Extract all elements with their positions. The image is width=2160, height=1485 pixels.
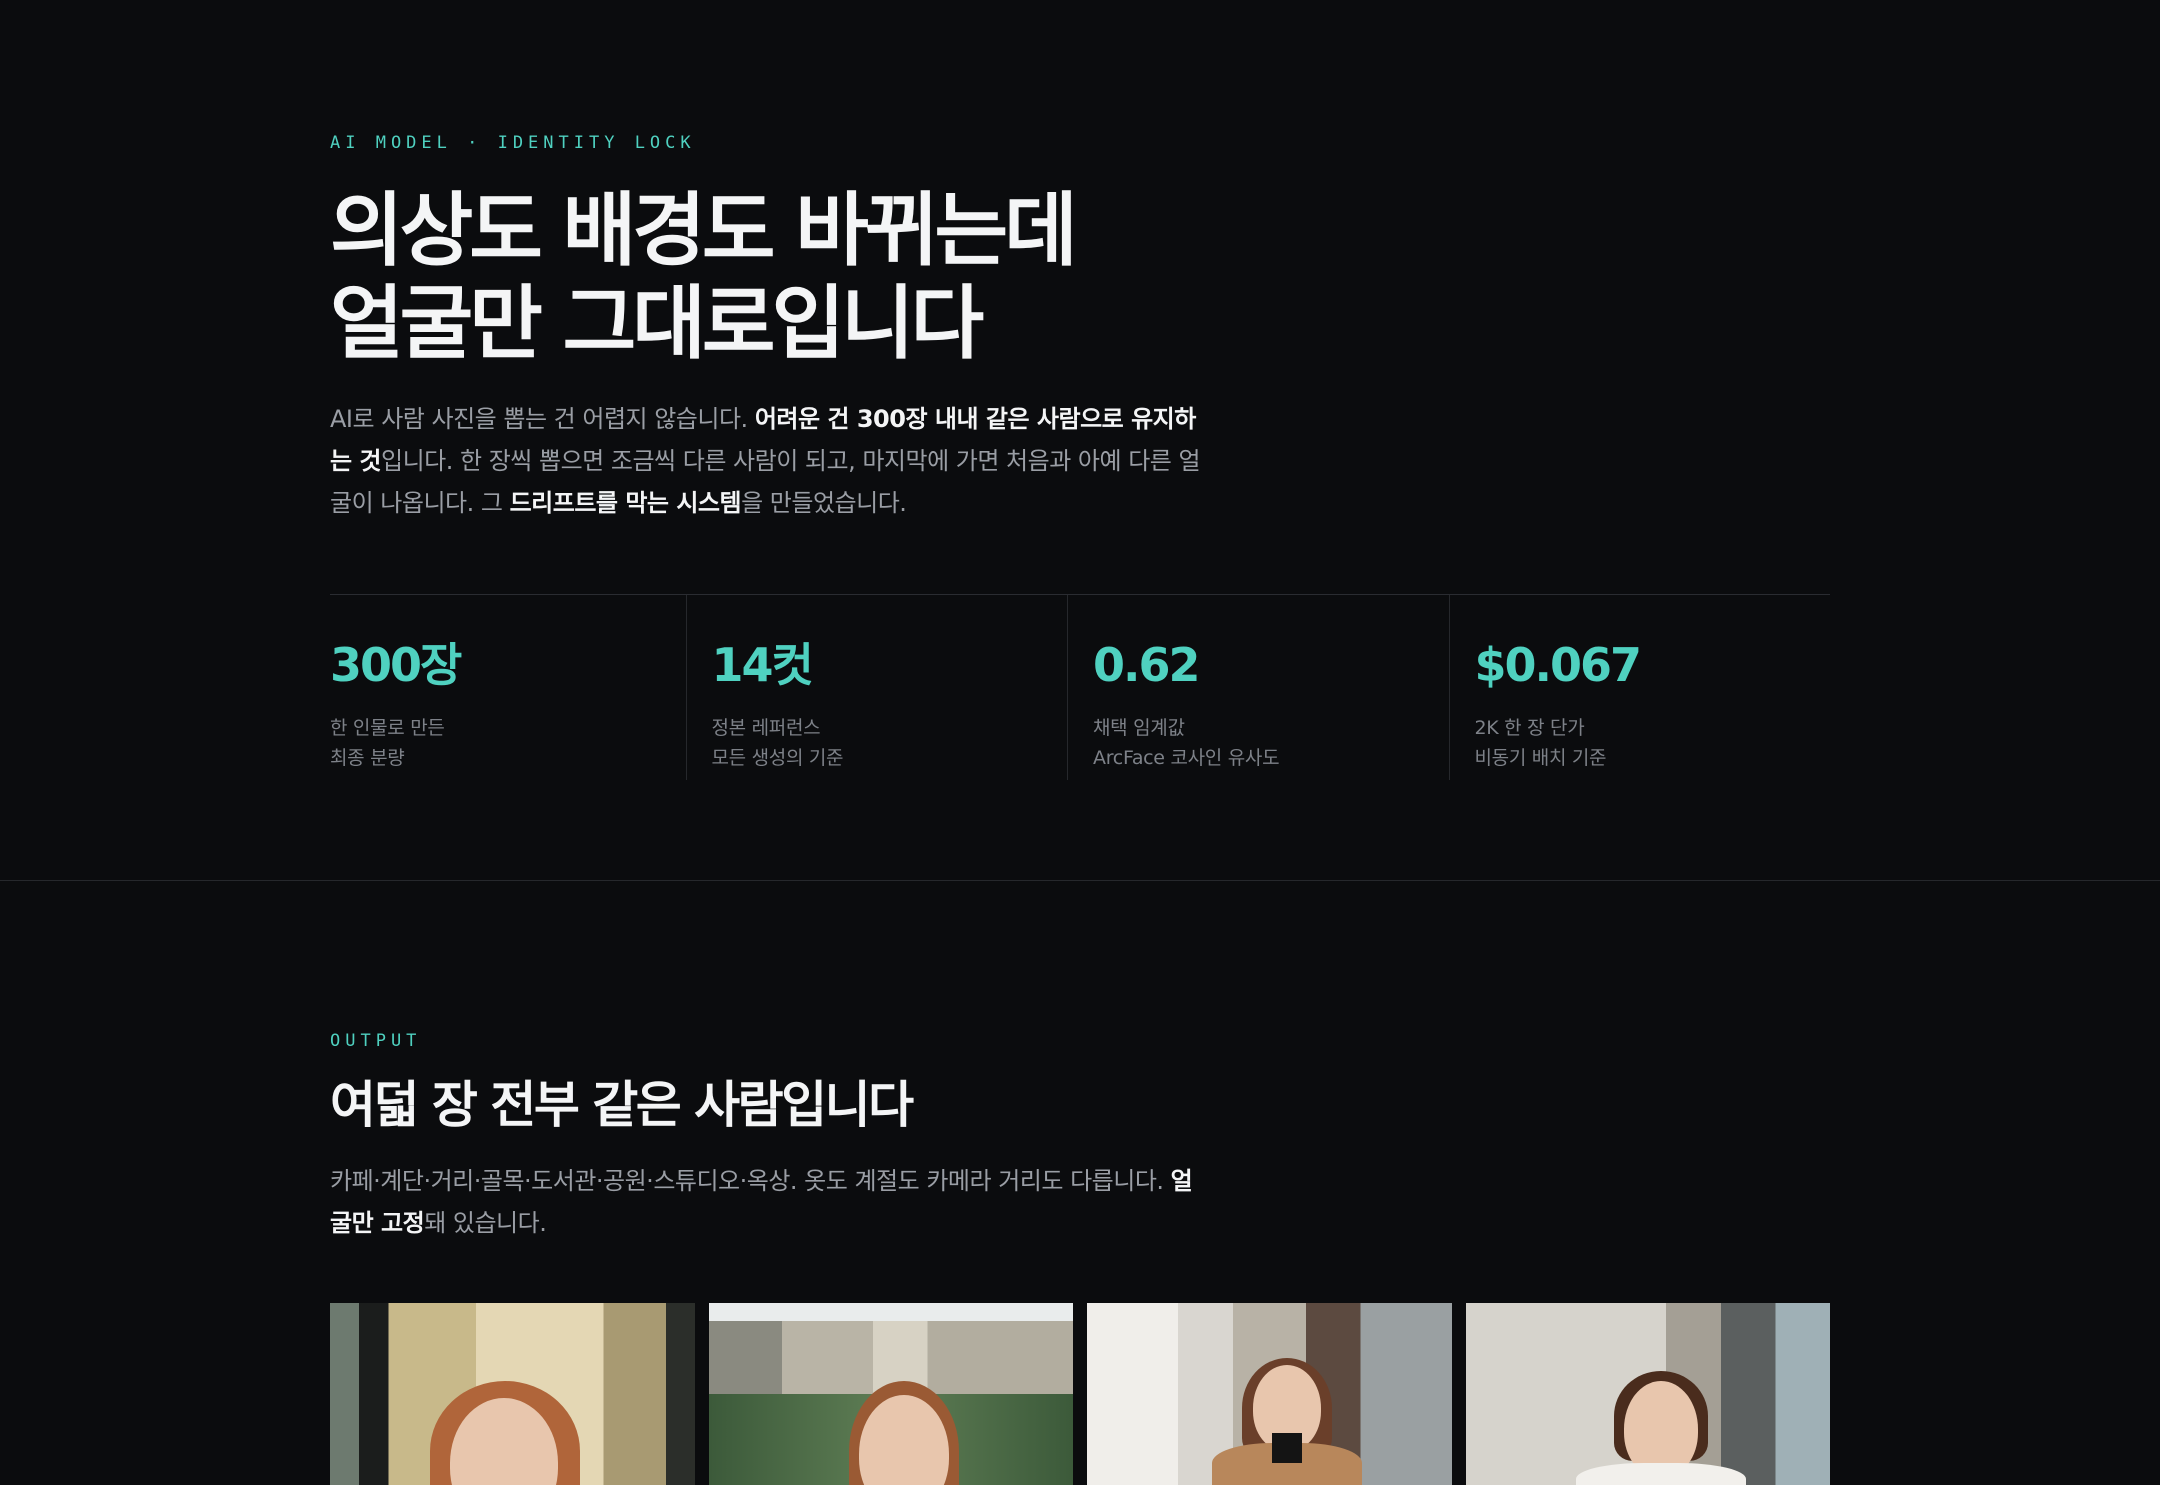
stat-value: 0.62 xyxy=(1093,638,1200,692)
lead-text-3: 을 만들었습니다. xyxy=(741,489,907,517)
gallery-photo-cafe[interactable] xyxy=(330,1303,695,1485)
stat-item: 300장 한 인물로 만든 최종 분량 xyxy=(330,595,687,780)
gallery-photo-street[interactable] xyxy=(1087,1303,1452,1485)
output-title: 여덟 장 전부 같은 사람입니다 xyxy=(330,1076,914,1134)
hero-lead: AI로 사람 사진을 뽑는 건 어렵지 않습니다. 어려운 건 300장 내내 … xyxy=(330,398,1210,524)
stat-item: 0.62 채택 임계값 ArcFace 코사인 유사도 xyxy=(1068,595,1450,780)
stat-label: 채택 임계값 ArcFace 코사인 유사도 xyxy=(1093,713,1449,773)
gallery-photo-alley[interactable] xyxy=(1465,1303,1830,1485)
stat-label-line-2: 비동기 배치 기준 xyxy=(1474,747,1607,769)
stats-row: 300장 한 인물로 만든 최종 분량 14컷 정본 레퍼런스 모든 생성의 기… xyxy=(330,594,1830,780)
stat-value: $0.067 xyxy=(1474,638,1643,692)
stat-label: 2K 한 장 단가 비동기 배치 기준 xyxy=(1475,713,1831,773)
headline-line-1: 의상도 배경도 바뀌는데 xyxy=(330,184,1078,277)
output-lead-text-1: 카페·계단·거리·골목·도서관·공원·스튜디오·옥상. 옷도 계절도 카메라 거… xyxy=(330,1167,1171,1195)
stat-label-line-1: 정본 레퍼런스 xyxy=(711,717,821,739)
stat-label-line-1: 채택 임계값 xyxy=(1093,717,1185,739)
hero-headline: 의상도 배경도 바뀌는데 얼굴만 그대로입니다 xyxy=(330,184,1830,370)
stat-item: $0.067 2K 한 장 단가 비동기 배치 기준 xyxy=(1450,595,1831,780)
stat-label-line-2: 최종 분량 xyxy=(330,747,405,769)
output-lead-text-2: 돼 있습니다. xyxy=(424,1209,547,1237)
hero-section: AI MODEL · IDENTITY LOCK 의상도 배경도 바뀌는데 얼굴… xyxy=(0,0,2160,881)
stat-value: 300장 xyxy=(330,638,462,692)
output-lead: 카페·계단·거리·골목·도서관·공원·스튜디오·옥상. 옷도 계절도 카메라 거… xyxy=(330,1160,1210,1244)
headline-line-2: 얼굴만 그대로입니다 xyxy=(330,277,984,370)
lead-text-1: AI로 사람 사진을 뽑는 건 어렵지 않습니다. xyxy=(330,405,755,433)
lead-emphasis-2: 드리프트를 막는 시스템 xyxy=(509,489,742,517)
gallery-photo-campus[interactable] xyxy=(708,1303,1073,1485)
stat-label: 정본 레퍼런스 모든 생성의 기준 xyxy=(712,713,1068,773)
hero-eyebrow: AI MODEL · IDENTITY LOCK xyxy=(330,133,696,153)
stat-label-line-1: 2K 한 장 단가 xyxy=(1474,717,1585,739)
stat-label: 한 인물로 만든 최종 분량 xyxy=(330,713,686,773)
stat-label-line-1: 한 인물로 만든 xyxy=(330,717,445,739)
stat-value: 14컷 xyxy=(711,638,814,692)
stat-label-line-2: 모든 생성의 기준 xyxy=(711,747,844,769)
stat-item: 14컷 정본 레퍼런스 모든 생성의 기준 xyxy=(687,595,1068,780)
photo-gallery xyxy=(330,1303,1830,1485)
output-eyebrow: OUTPUT xyxy=(330,1031,422,1051)
stat-label-line-2: ArcFace 코사인 유사도 xyxy=(1093,747,1280,769)
